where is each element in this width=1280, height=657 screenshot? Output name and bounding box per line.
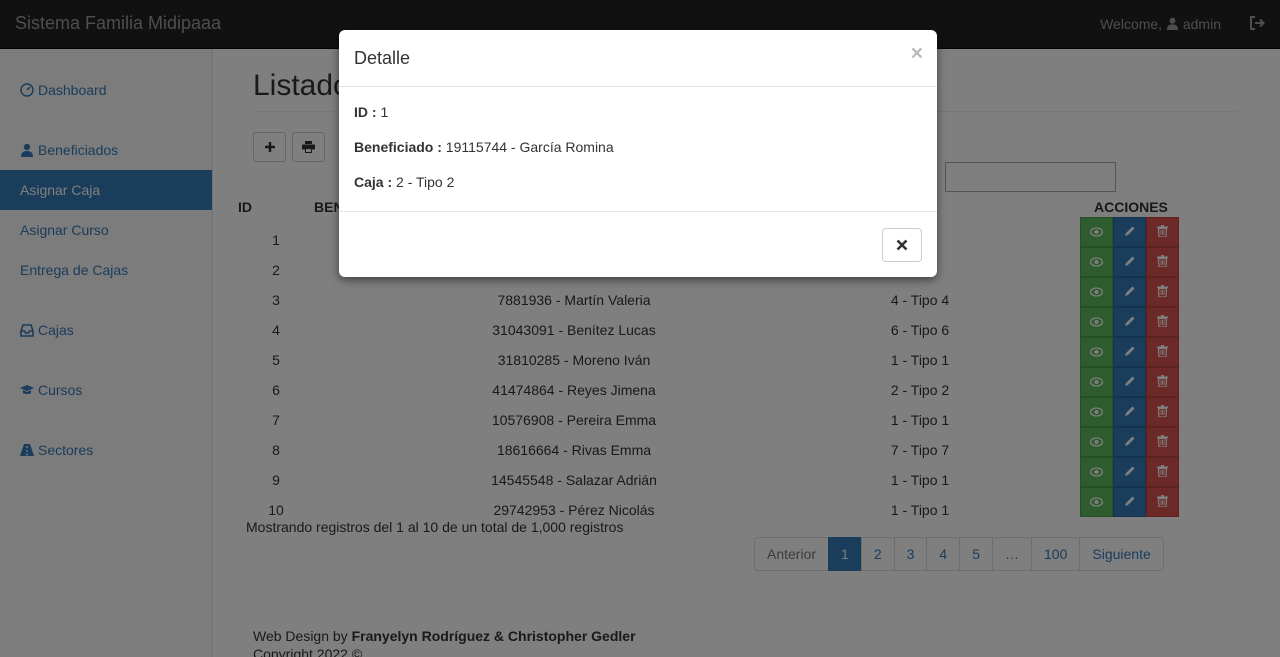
detail-label: Beneficiado : xyxy=(354,139,442,155)
detail-value: 19115744 - García Romina xyxy=(445,139,614,155)
detail-id: ID : 1 xyxy=(354,104,388,120)
modal-close-button[interactable] xyxy=(882,228,922,262)
detail-label: Caja : xyxy=(354,174,393,190)
modal-body: ID : 1 Beneficiado : 19115744 - García R… xyxy=(339,87,937,212)
detail-label: ID : xyxy=(354,104,377,120)
detail-caja: Caja : 2 - Tipo 2 xyxy=(354,174,454,190)
modal-close-x[interactable]: × xyxy=(911,43,923,64)
detail-modal: Detalle × ID : 1 Beneficiado : 19115744 … xyxy=(339,30,937,277)
detail-value: 1 xyxy=(380,104,389,120)
modal-title: Detalle xyxy=(354,48,411,68)
detail-value: 2 - Tipo 2 xyxy=(396,174,455,190)
modal-header: Detalle × xyxy=(339,30,937,87)
detail-beneficiado: Beneficiado : 19115744 - García Romina xyxy=(354,139,614,155)
close-icon xyxy=(896,239,908,251)
